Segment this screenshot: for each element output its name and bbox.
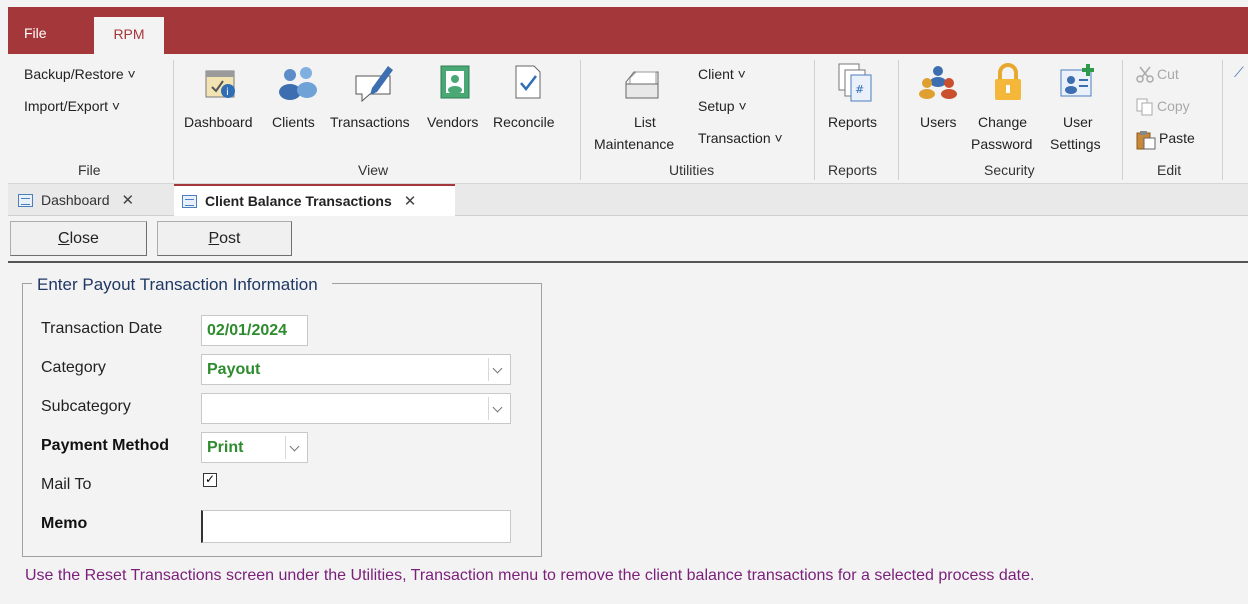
group-label-edit: Edit [1157, 162, 1182, 178]
transactions-label: Transactions [330, 114, 410, 130]
ribbon-separator [898, 60, 899, 180]
ribbon-separator [580, 60, 581, 180]
close-button[interactable]: Close [10, 221, 147, 256]
list-label-line1: List [634, 114, 656, 130]
list-maintenance-icon [625, 71, 659, 99]
scissors-icon [1136, 66, 1154, 83]
form-icon [182, 194, 197, 208]
change-password-line2: Password [971, 136, 1033, 152]
dashboard-label: Dashboard [184, 114, 253, 130]
user-settings-line1: User [1063, 114, 1093, 130]
tab-client-balance-transactions-label: Client Balance Transactions [205, 193, 392, 209]
tab-client-balance-transactions[interactable]: Client Balance Transactions ✕ [174, 184, 455, 216]
list-label-line2: Maintenance [594, 136, 675, 152]
close-tab-icon[interactable]: ✕ [122, 191, 135, 209]
copy-icon [1136, 98, 1153, 116]
reconcile-icon [515, 65, 541, 99]
post-accelerator: P [208, 230, 220, 247]
subcategory-label: Subcategory [41, 398, 131, 415]
group-label-view: View [358, 162, 389, 178]
group-label-utilities: Utilities [669, 162, 715, 178]
transaction-menu-button[interactable]: Transaction ˅ [698, 130, 783, 146]
post-button[interactable]: Post [157, 221, 292, 256]
payment-method-select[interactable]: Print [201, 432, 308, 463]
mail-to-checkbox[interactable]: ✓ [203, 473, 217, 487]
category-select[interactable]: Payout [201, 354, 511, 385]
reports-icon: # [838, 63, 872, 102]
ribbon-separator [1122, 60, 1123, 180]
mail-to-label: Mail To [41, 476, 92, 493]
change-password-line1: Change [978, 114, 1028, 130]
tab-dashboard-label: Dashboard [41, 192, 110, 208]
title-bar: File RPM [8, 7, 1248, 55]
rpm-tab[interactable]: RPM [94, 17, 164, 55]
paste-icon [1136, 131, 1156, 150]
svg-text:#: # [855, 83, 864, 96]
ribbon-separator [814, 60, 815, 180]
form-icon [18, 193, 33, 207]
dashboard-icon: i [205, 70, 235, 98]
client-menu-button[interactable]: Client ˅ [698, 66, 746, 82]
file-tab[interactable]: File [24, 25, 47, 41]
user-settings-icon [1060, 64, 1094, 97]
transactions-icon [355, 66, 393, 102]
backup-restore-button[interactable]: Backup/Restore ˅ [24, 66, 136, 82]
transaction-date-label: Transaction Date [41, 320, 163, 337]
ribbon: Backup/Restore ˅ Import/Export ˅ File i … [8, 54, 1248, 184]
ribbon-separator [173, 60, 174, 180]
clients-label: Clients [272, 114, 315, 130]
vendors-icon [440, 65, 470, 99]
chevron-down-icon[interactable] [488, 358, 507, 381]
subcategory-select[interactable] [201, 393, 511, 424]
paste-label: Paste [1159, 130, 1195, 146]
form-area: Close Post Enter Payout Transaction Info… [8, 217, 1248, 604]
category-value: Payout [207, 361, 261, 378]
users-label: Users [920, 114, 957, 130]
category-label: Category [41, 359, 106, 376]
clients-icon [279, 67, 317, 100]
chevron-down-icon[interactable] [488, 397, 507, 420]
chevron-down-icon[interactable] [285, 436, 304, 459]
user-settings-line2: Settings [1050, 136, 1101, 152]
overflow-icon[interactable]: ⟋ [1234, 64, 1244, 81]
svg-text:i: i [226, 87, 229, 98]
reports-label: Reports [828, 114, 878, 130]
copy-label: Copy [1157, 98, 1190, 114]
group-label-reports: Reports [828, 162, 878, 178]
group-label-file: File [78, 162, 101, 178]
group-label-security: Security [984, 162, 1035, 178]
close-tab-icon[interactable]: ✕ [404, 192, 417, 210]
post-button-rest: ost [219, 230, 241, 247]
transaction-date-field[interactable]: 02/01/2024 [201, 315, 308, 346]
reconcile-label: Reconcile [493, 114, 555, 130]
close-accelerator: C [58, 230, 70, 247]
cut-label: Cut [1157, 66, 1179, 82]
document-tabs: Dashboard ✕ Client Balance Transactions … [8, 184, 1248, 216]
vendors-label: Vendors [427, 114, 479, 130]
transaction-date-value: 02/01/2024 [207, 322, 288, 339]
divider [8, 261, 1248, 263]
memo-label: Memo [41, 515, 88, 532]
payment-method-label: Payment Method [41, 437, 170, 454]
setup-menu-button[interactable]: Setup ˅ [698, 98, 747, 114]
memo-field[interactable] [201, 510, 511, 543]
payment-method-value: Print [207, 439, 244, 456]
ribbon-separator [1222, 60, 1223, 180]
lock-icon [995, 63, 1021, 100]
reset-transactions-note: Use the Reset Transactions screen under … [25, 567, 1035, 584]
tab-dashboard[interactable]: Dashboard ✕ [12, 184, 174, 216]
close-button-rest: lose [69, 230, 99, 247]
import-export-button[interactable]: Import/Export ˅ [24, 98, 120, 114]
users-icon [919, 66, 957, 99]
frame-title: Enter Payout Transaction Information [32, 275, 332, 295]
